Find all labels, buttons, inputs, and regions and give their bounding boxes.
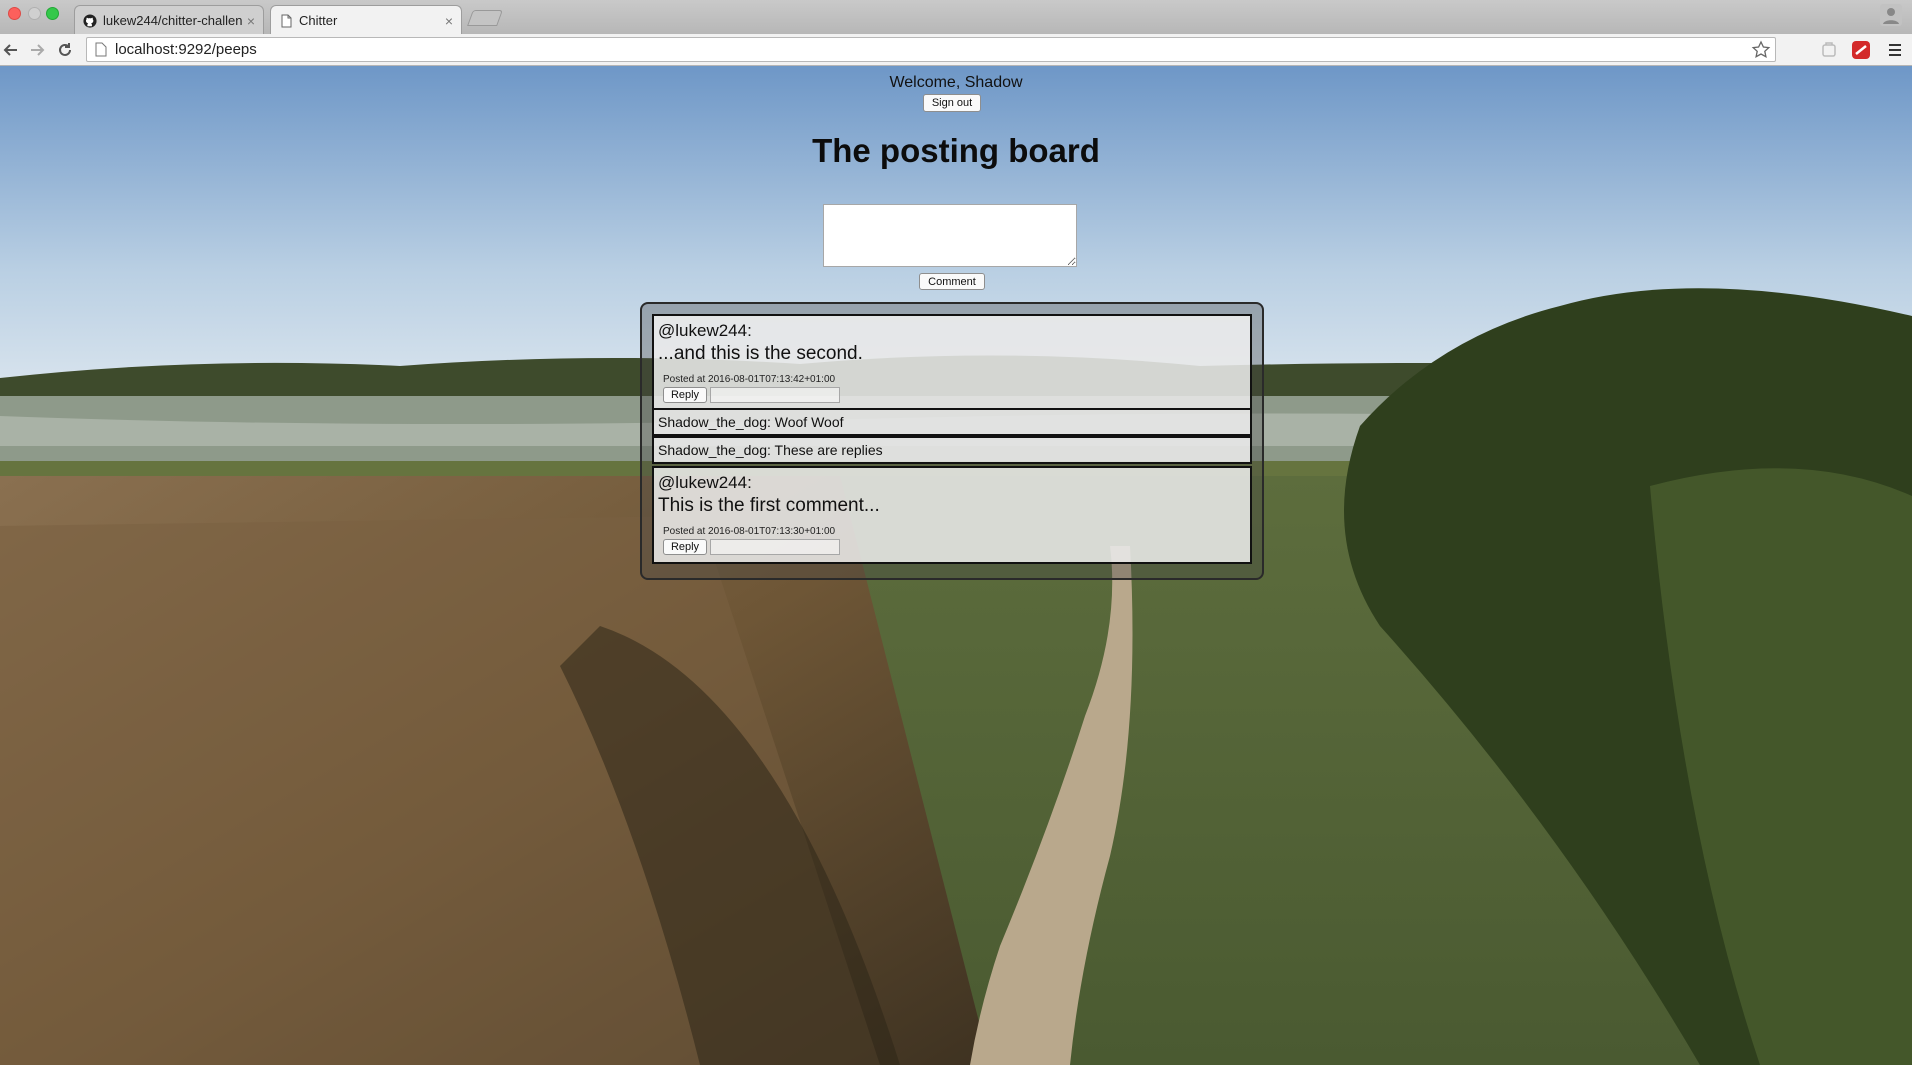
github-icon — [83, 13, 97, 28]
reply-button[interactable]: Reply — [663, 387, 707, 403]
profile-icon[interactable] — [1880, 4, 1902, 26]
back-arrow-icon — [3, 44, 17, 56]
peep-item: @lukew244: ...and this is the second. Po… — [652, 314, 1252, 410]
peep-body: This is the first comment... — [658, 495, 880, 516]
tab-title: Chitter — [299, 13, 338, 28]
reload-icon — [59, 43, 71, 56]
sign-out-button[interactable]: Sign out — [923, 94, 981, 112]
page-icon — [95, 42, 107, 57]
address-bar[interactable]: localhost:9292/peeps — [86, 37, 1776, 62]
page-title: The posting board — [812, 132, 1100, 169]
comment-button[interactable]: Comment — [919, 273, 985, 290]
peep-body: ...and this is the second. — [658, 343, 863, 364]
peep-timestamp: Posted at 2016-08-01T07:13:30+01:00 — [663, 526, 836, 537]
forward-button[interactable] — [26, 39, 48, 61]
url-text: localhost:9292/peeps — [115, 41, 257, 58]
tab-github[interactable]: lukew244/chitter-challenge × — [74, 5, 264, 35]
browser-toolbar: localhost:9292/peeps — [0, 34, 1912, 66]
tab-chitter[interactable]: Chitter × — [270, 5, 462, 35]
tab-title: lukew244/chitter-challenge — [103, 13, 243, 28]
peep-author: @lukew244: — [658, 321, 752, 340]
page-icon — [281, 14, 292, 27]
peep-author: @lukew244: — [658, 473, 752, 492]
back-button[interactable] — [0, 39, 22, 61]
reply-input[interactable] — [710, 387, 840, 403]
reply-item: Shadow_the_dog: These are replies — [652, 436, 1252, 464]
page-viewport: Welcome, Shadow Sign out The posting boa… — [0, 66, 1912, 1065]
reply-button[interactable]: Reply — [663, 539, 707, 555]
reply-item: Shadow_the_dog: Woof Woof — [652, 408, 1252, 436]
hamburger-menu-icon[interactable] — [1884, 39, 1906, 61]
peep-timestamp: Posted at 2016-08-01T07:13:42+01:00 — [663, 374, 836, 385]
peep-item: @lukew244: This is the first comment... … — [652, 466, 1252, 564]
comment-input[interactable] — [823, 204, 1077, 267]
lastpass-extension-icon[interactable] — [1850, 39, 1872, 61]
peeps-list: @lukew244: ...and this is the second. Po… — [640, 302, 1264, 580]
forward-arrow-icon — [31, 44, 45, 56]
welcome-message: Welcome, Shadow — [889, 74, 1023, 91]
bookmark-star-icon[interactable] — [1751, 40, 1771, 60]
extension-icon[interactable] — [1818, 39, 1840, 61]
close-tab-icon[interactable]: × — [247, 13, 255, 29]
reload-button[interactable] — [54, 39, 76, 61]
minimize-window-icon[interactable] — [28, 7, 41, 20]
close-tab-icon[interactable]: × — [445, 13, 453, 29]
reply-input[interactable] — [710, 539, 840, 555]
maximize-window-icon[interactable] — [46, 7, 59, 20]
reply-text: Shadow_the_dog: These are replies — [658, 442, 883, 458]
new-tab-button[interactable] — [467, 10, 503, 26]
browser-tab-strip: lukew244/chitter-challenge × Chitter × — [0, 0, 1912, 35]
close-window-icon[interactable] — [8, 7, 21, 20]
reply-text: Shadow_the_dog: Woof Woof — [658, 414, 844, 430]
